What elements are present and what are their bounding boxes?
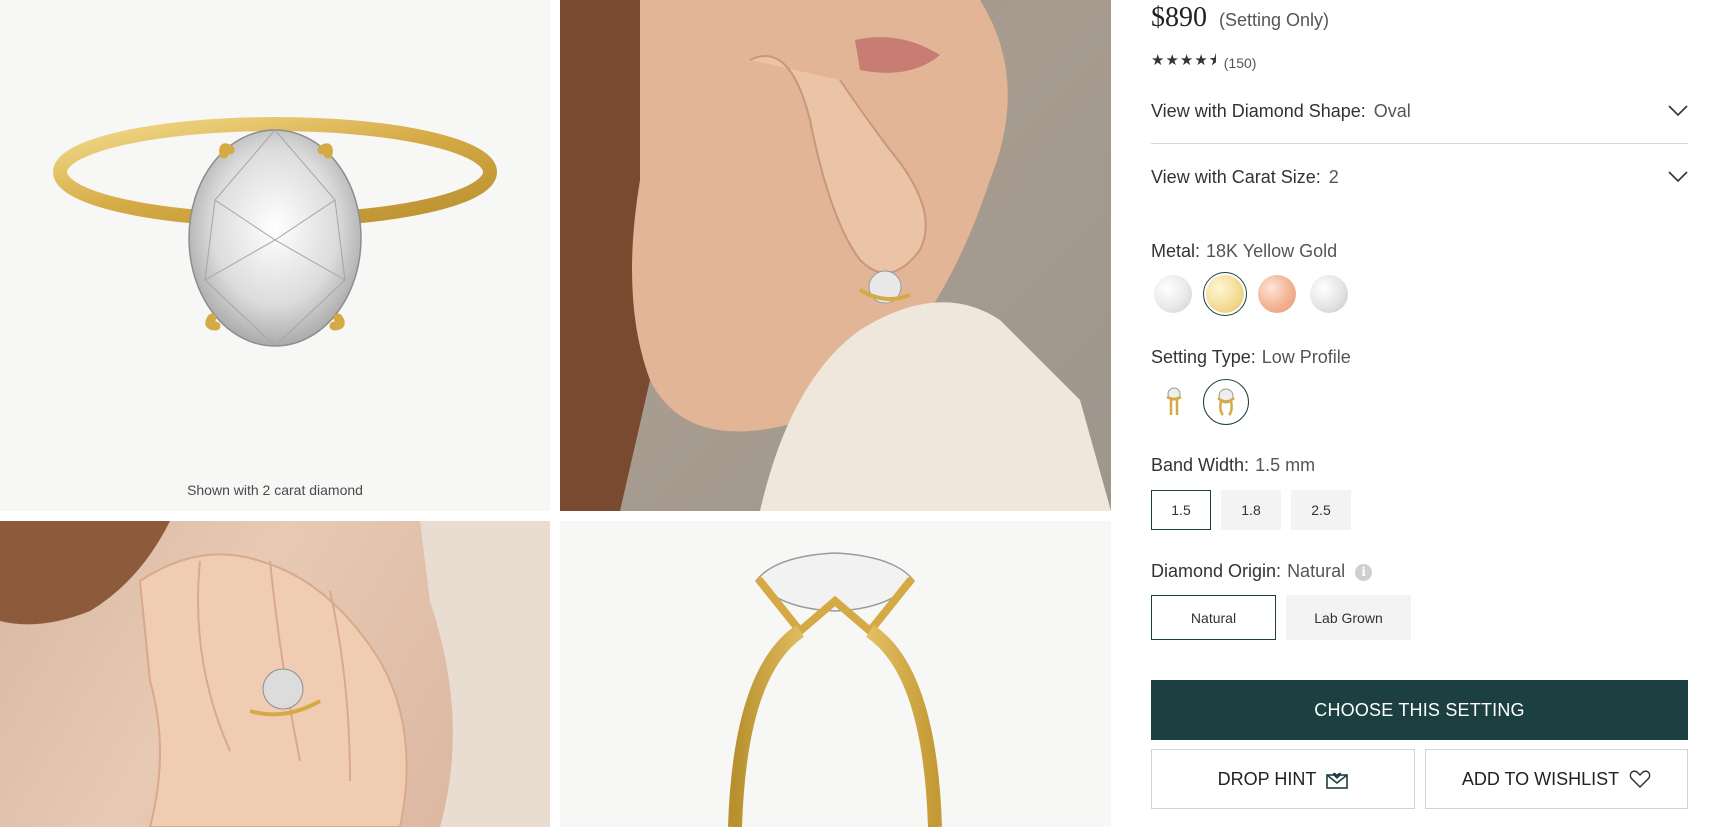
band-width-options: 1.5 1.8 2.5 [1151, 490, 1351, 530]
chevron-down-icon [1668, 171, 1688, 183]
band-width-label-row: Band Width: 1.5 mm [1151, 455, 1315, 476]
chevron-down-icon [1668, 105, 1688, 117]
metal-swatch-platinum[interactable] [1307, 272, 1351, 316]
diamond-origin-options: Natural Lab Grown [1151, 595, 1411, 640]
metal-swatches [1151, 272, 1351, 316]
diamond-origin-label: Diamond Origin: [1151, 561, 1282, 581]
setting-type-low-profile[interactable] [1203, 379, 1249, 425]
band-width-option-2-5[interactable]: 2.5 [1291, 490, 1351, 530]
band-width-option-1-8[interactable]: 1.8 [1221, 490, 1281, 530]
diamond-shape-value: Oval [1373, 100, 1411, 121]
info-icon[interactable]: i [1355, 563, 1373, 581]
wishlist-label: ADD TO WISHLIST [1461, 768, 1620, 789]
setting-type-options [1151, 379, 1249, 425]
band-width-label: Band Width: [1151, 455, 1250, 475]
gallery-image-hand[interactable] [0, 521, 550, 827]
carat-size-label: View with Carat Size: [1151, 166, 1321, 187]
setting-type-value: Low Profile [1261, 347, 1351, 367]
diamond-shape-label: View with Diamond Shape: [1151, 100, 1366, 121]
price-row: $890 (Setting Only) [1151, 2, 1329, 34]
ring-setting-icon [1217, 388, 1235, 416]
setting-type-label-row: Setting Type: Low Profile [1151, 347, 1351, 368]
gallery-image-ring-front[interactable]: Shown with 2 carat diamond [0, 0, 550, 511]
hand-illustration [0, 521, 550, 827]
carat-size-dropdown[interactable]: View with Carat Size: 2 [1151, 145, 1688, 209]
rating-summary[interactable]: ★★★★⯨ (150) [1151, 50, 1256, 75]
add-to-wishlist-button[interactable]: ADD TO WISHLIST [1425, 749, 1688, 809]
gallery-image-model-face[interactable] [560, 0, 1111, 511]
gallery-caption: Shown with 2 carat diamond [187, 482, 363, 498]
envelope-heart-icon [1326, 772, 1349, 789]
diamond-shape-dropdown[interactable]: View with Diamond Shape: Oval [1151, 79, 1688, 144]
ring-setting-icon [1166, 387, 1182, 415]
origin-option-lab-grown[interactable]: Lab Grown [1286, 595, 1411, 640]
metal-swatch-rose-gold[interactable] [1255, 272, 1299, 316]
gallery-image-ring-side[interactable] [560, 521, 1111, 827]
setting-type-label: Setting Type: [1151, 347, 1256, 367]
drop-hint-label: DROP HINT [1217, 768, 1317, 789]
diamond-origin-label-row: Diamond Origin: Natural i [1151, 561, 1373, 582]
review-count: (150) [1223, 54, 1257, 71]
ring-side-illustration [728, 552, 942, 827]
ring-front-illustration [53, 117, 497, 347]
heart-icon [1629, 770, 1651, 789]
metal-swatch-white-gold[interactable] [1151, 272, 1195, 316]
drop-hint-button[interactable]: DROP HINT [1151, 749, 1415, 809]
metal-label-row: Metal: 18K Yellow Gold [1151, 241, 1337, 262]
metal-value: 18K Yellow Gold [1206, 241, 1338, 261]
carat-size-value: 2 [1328, 166, 1339, 187]
metal-label: Metal: [1151, 241, 1201, 261]
diamond-origin-value: Natural [1287, 561, 1346, 581]
price: $890 [1151, 2, 1207, 33]
model-face-illustration [560, 0, 1111, 511]
setting-type-standard[interactable] [1151, 379, 1197, 425]
product-gallery: Shown with 2 carat diamond [0, 0, 1111, 827]
choose-setting-button[interactable]: CHOOSE THIS SETTING [1151, 680, 1688, 740]
band-width-option-1-5[interactable]: 1.5 [1151, 490, 1211, 530]
metal-swatch-yellow-gold[interactable] [1203, 272, 1247, 316]
star-rating-icon: ★★★★⯨ [1151, 52, 1218, 69]
band-width-value: 1.5 mm [1255, 455, 1316, 475]
price-note: (Setting Only) [1219, 10, 1330, 30]
origin-option-natural[interactable]: Natural [1151, 595, 1276, 640]
